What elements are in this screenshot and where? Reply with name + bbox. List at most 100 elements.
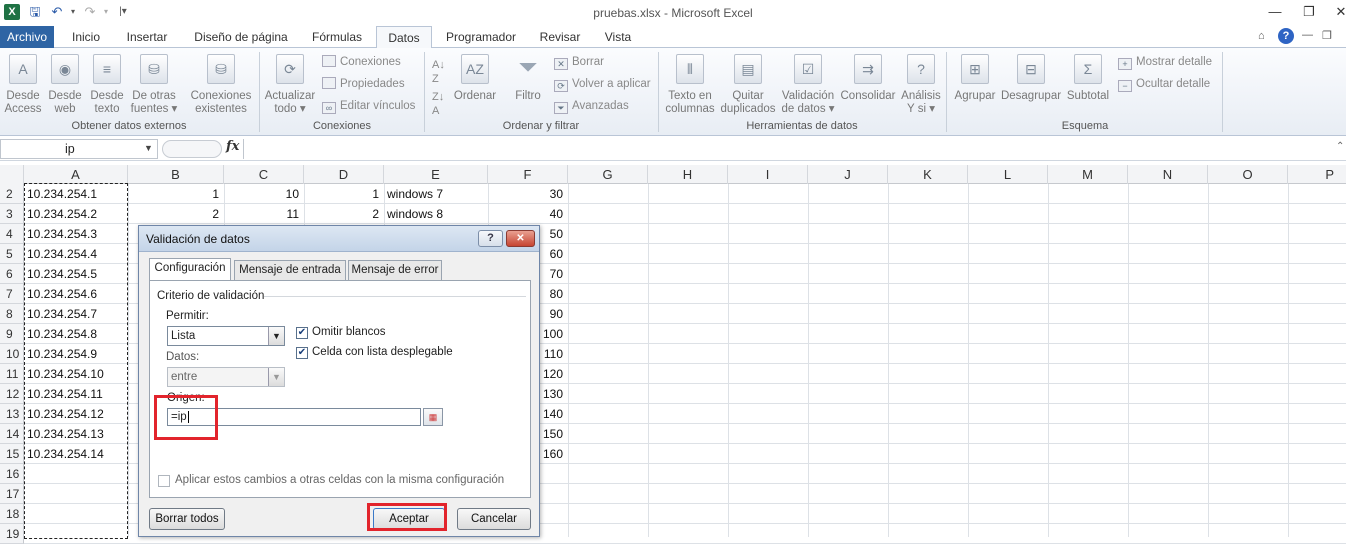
tab-insertar[interactable]: Insertar xyxy=(118,26,176,48)
range-picker-icon[interactable]: ▦ xyxy=(423,408,443,426)
row-header[interactable]: 19 xyxy=(0,524,24,544)
row-header[interactable]: 2 xyxy=(0,184,24,204)
insert-function-icon[interactable]: fx xyxy=(226,139,239,154)
row-header[interactable]: 9 xyxy=(0,324,24,344)
dialog-help-button[interactable]: ? xyxy=(478,230,503,247)
col-header[interactable]: F xyxy=(488,165,568,184)
filtro-button[interactable]: ⏷ Filtro xyxy=(508,54,548,103)
cell-a[interactable]: 10.234.254.8 xyxy=(27,324,123,344)
conexiones-button[interactable]: Conexiones xyxy=(322,55,401,69)
row-header[interactable]: 14 xyxy=(0,424,24,444)
cell-c[interactable]: 11 xyxy=(227,204,299,224)
row-header[interactable]: 4 xyxy=(0,224,24,244)
tab-inicio[interactable]: Inicio xyxy=(60,26,112,48)
row-header[interactable]: 3 xyxy=(0,204,24,224)
cell-a[interactable]: 10.234.254.7 xyxy=(27,304,123,324)
row-header[interactable]: 8 xyxy=(0,304,24,324)
editar-vinculos-button[interactable]: ∞ Editar vínculos xyxy=(322,99,415,114)
workbook-restore-icon[interactable]: ❐ xyxy=(1322,29,1332,42)
cell-e[interactable]: windows 8 xyxy=(387,204,483,224)
row-header[interactable]: 5 xyxy=(0,244,24,264)
cancelar-button[interactable]: Cancelar xyxy=(457,508,531,530)
conexiones-existentes-button[interactable]: ⛁ Conexiones existentes xyxy=(188,54,254,116)
restore-button[interactable]: ❐ xyxy=(1298,4,1320,20)
cell-a[interactable]: 10.234.254.1 xyxy=(27,184,123,204)
tab-vista[interactable]: Vista xyxy=(596,26,640,48)
col-header[interactable]: E xyxy=(384,165,488,184)
row-header[interactable]: 16 xyxy=(0,464,24,484)
propiedades-button[interactable]: Propiedades xyxy=(322,77,405,91)
name-box[interactable]: ip ▼ xyxy=(0,139,158,159)
select-all-corner[interactable] xyxy=(0,165,24,184)
desde-texto-button[interactable]: ≡ Desde texto xyxy=(88,54,126,116)
col-header[interactable]: M xyxy=(1048,165,1128,184)
sort-az-icon[interactable]: A↓ Z xyxy=(432,58,445,86)
analisis-y-si-button[interactable]: ? Análisis Y si ▾ xyxy=(898,54,944,116)
row-header[interactable]: 15 xyxy=(0,444,24,464)
cell-d[interactable]: 1 xyxy=(307,184,379,204)
omitir-blancos-checkbox[interactable]: ✔ xyxy=(296,327,308,339)
tab-formulas[interactable]: Fórmulas xyxy=(304,26,370,48)
borrar-filtro-button[interactable]: ✕ Borrar xyxy=(554,55,604,70)
col-header[interactable]: B xyxy=(128,165,224,184)
name-box-dropdown-icon[interactable]: ▼ xyxy=(144,143,153,153)
col-header[interactable]: I xyxy=(728,165,808,184)
cell-c[interactable]: 10 xyxy=(227,184,299,204)
cell-a[interactable]: 10.234.254.11 xyxy=(27,384,123,404)
row-header[interactable]: 17 xyxy=(0,484,24,504)
mostrar-detalle-button[interactable]: + Mostrar detalle xyxy=(1118,55,1212,70)
cell-a[interactable]: 10.234.254.9 xyxy=(27,344,123,364)
cell-b[interactable]: 1 xyxy=(131,184,219,204)
celda-lista-checkbox[interactable]: ✔ xyxy=(296,347,308,359)
texto-columnas-button[interactable]: ⫴ Texto en columnas xyxy=(662,54,718,116)
cell-f[interactable]: 30 xyxy=(491,184,563,204)
cell-e[interactable]: windows 7 xyxy=(387,184,483,204)
row-header[interactable]: 18 xyxy=(0,504,24,524)
cell-a[interactable]: 10.234.254.14 xyxy=(27,444,123,464)
otras-fuentes-button[interactable]: ⛁ De otras fuentes ▾ xyxy=(128,54,180,116)
cell-d[interactable]: 2 xyxy=(307,204,379,224)
expand-formula-icon[interactable]: ⌃ xyxy=(1336,141,1344,152)
ordenar-button[interactable]: AZ Ordenar xyxy=(452,54,498,103)
close-button[interactable]: ✕ xyxy=(1330,4,1346,20)
avanzadas-button[interactable]: ⏷ Avanzadas xyxy=(554,99,629,114)
cell-a[interactable]: 10.234.254.5 xyxy=(27,264,123,284)
tab-archivo[interactable]: Archivo xyxy=(0,26,54,48)
row-header[interactable]: 12 xyxy=(0,384,24,404)
agrupar-button[interactable]: ⊞ Agrupar xyxy=(950,54,1000,103)
minimize-ribbon-icon[interactable]: ⌂ xyxy=(1258,30,1265,42)
tab-mensaje-entrada[interactable]: Mensaje de entrada xyxy=(234,260,346,280)
validacion-datos-button[interactable]: ☑ Validación de datos ▾ xyxy=(778,54,838,116)
row-header[interactable]: 13 xyxy=(0,404,24,424)
cell-a[interactable]: 10.234.254.2 xyxy=(27,204,123,224)
tab-diseno-pagina[interactable]: Diseño de página xyxy=(186,26,296,48)
formula-input[interactable] xyxy=(243,139,1341,159)
col-header[interactable]: H xyxy=(648,165,728,184)
subtotal-button[interactable]: Σ Subtotal xyxy=(1062,54,1114,103)
permitir-select[interactable]: Lista ▼ xyxy=(167,326,285,346)
borrar-todos-button[interactable]: Borrar todos xyxy=(149,508,225,530)
col-header[interactable]: O xyxy=(1208,165,1288,184)
col-header[interactable]: J xyxy=(808,165,888,184)
actualizar-todo-button[interactable]: ⟳ Actualizar todo ▾ xyxy=(262,54,318,116)
col-header[interactable]: D xyxy=(304,165,384,184)
cell-a[interactable]: 10.234.254.6 xyxy=(27,284,123,304)
consolidar-button[interactable]: ⇉ Consolidar xyxy=(838,54,898,103)
col-header[interactable]: P xyxy=(1288,165,1346,184)
dialog-close-button[interactable]: ✕ xyxy=(506,230,535,247)
quitar-duplicados-button[interactable]: ▤ Quitar duplicados xyxy=(718,54,778,116)
col-header[interactable]: G xyxy=(568,165,648,184)
cell-a[interactable]: 10.234.254.13 xyxy=(27,424,123,444)
row-header[interactable]: 7 xyxy=(0,284,24,304)
row-header[interactable]: 10 xyxy=(0,344,24,364)
tab-mensaje-error[interactable]: Mensaje de error xyxy=(348,260,442,280)
col-header[interactable]: A xyxy=(24,165,128,184)
cell-a[interactable]: 10.234.254.10 xyxy=(27,364,123,384)
cell-b[interactable]: 2 xyxy=(131,204,219,224)
desagrupar-button[interactable]: ⊟ Desagrupar xyxy=(1000,54,1062,103)
cell-a[interactable]: 10.234.254.3 xyxy=(27,224,123,244)
col-header[interactable]: N xyxy=(1128,165,1208,184)
aplicar-cambios-checkbox[interactable] xyxy=(158,475,170,487)
row-header[interactable]: 6 xyxy=(0,264,24,284)
help-icon[interactable]: ? xyxy=(1278,28,1294,44)
